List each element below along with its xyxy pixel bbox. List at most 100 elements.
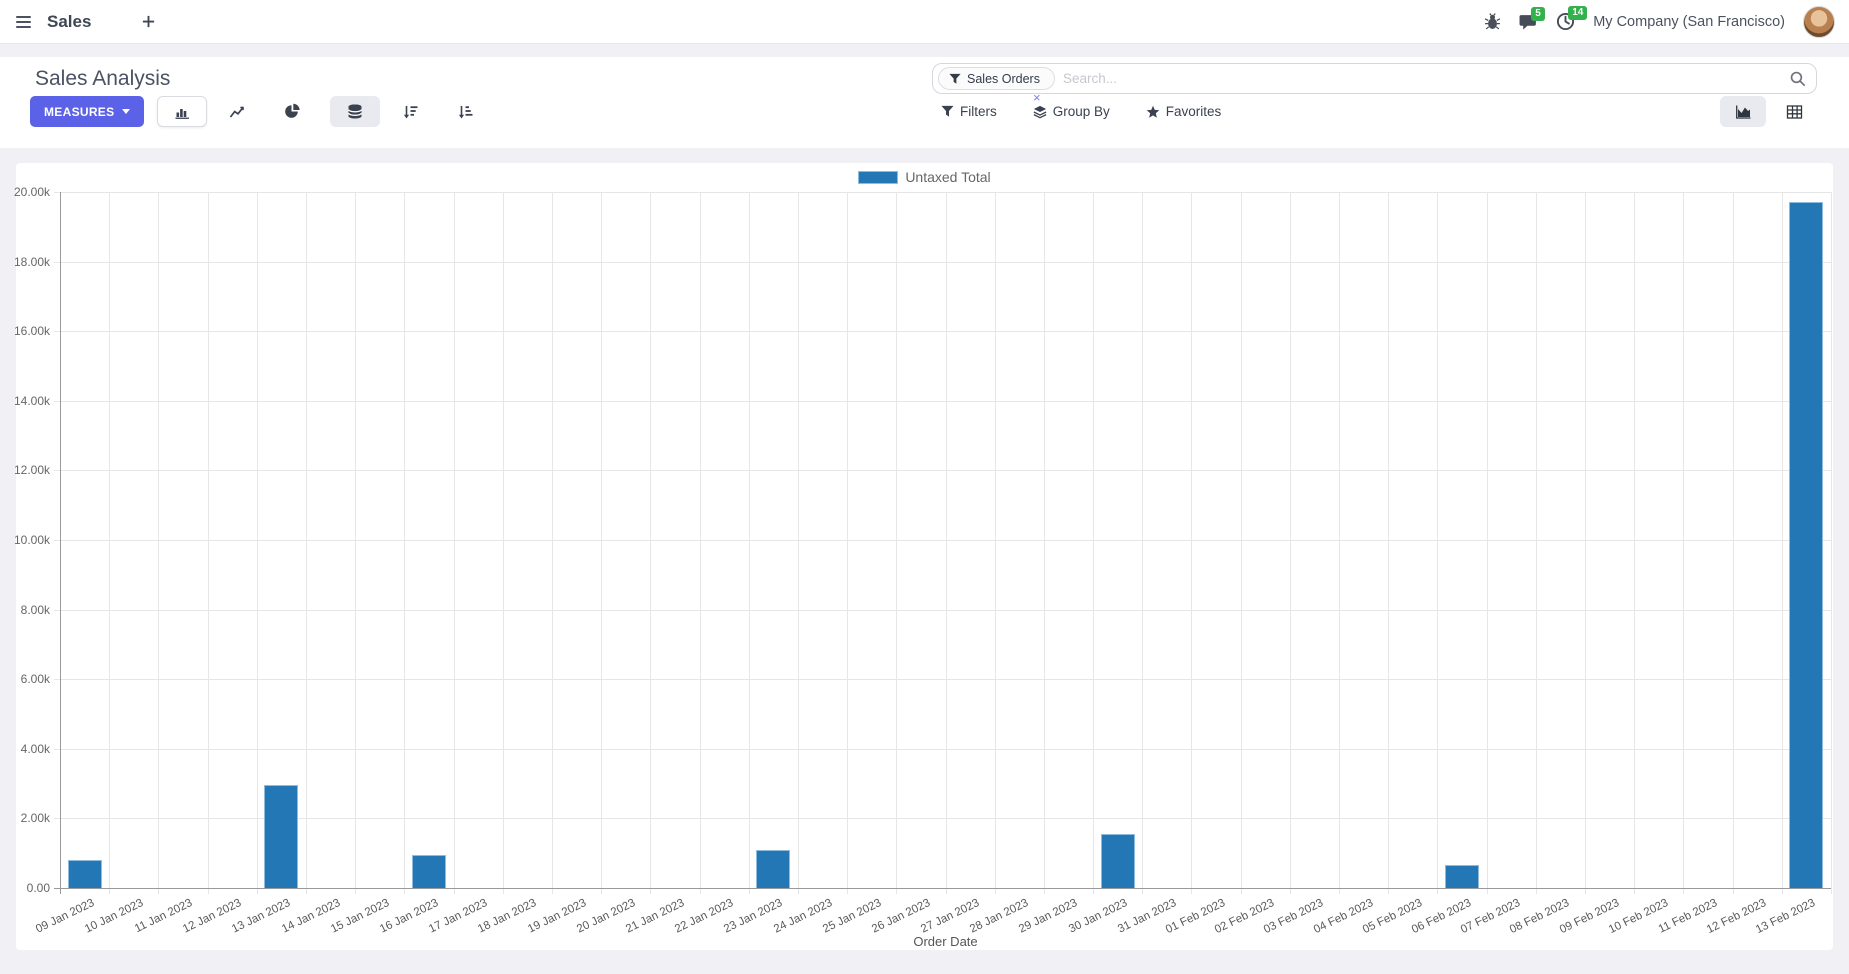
pie-chart-icon (284, 103, 300, 118)
sort-descending-button[interactable] (385, 96, 435, 127)
gridline-v (502, 192, 504, 894)
topbar: Sales 5 14 My Company (San Francisco) (0, 0, 1849, 44)
pie-chart-button[interactable] (267, 96, 317, 127)
gridline-h (54, 748, 1831, 750)
line-chart-icon (229, 106, 244, 118)
bar[interactable] (264, 785, 299, 888)
y-tick-label: 8.00k (20, 602, 50, 617)
gridline-v (207, 192, 209, 894)
gridline-v (650, 192, 652, 894)
filters-button[interactable]: Filters (941, 104, 997, 119)
company-switcher[interactable]: My Company (San Francisco) (1593, 14, 1785, 30)
measures-button[interactable]: MEASURES (30, 96, 145, 127)
gridline-h (54, 400, 1831, 402)
gridline-v (109, 192, 111, 894)
apps-menu-icon[interactable] (14, 12, 33, 32)
messages-icon[interactable]: 5 (1519, 6, 1545, 31)
gridline-v (1732, 192, 1734, 894)
plus-icon[interactable] (141, 14, 156, 29)
group-by-button[interactable]: Group By (1033, 104, 1110, 119)
gridline-v (945, 192, 947, 894)
bar-chart-button[interactable] (157, 96, 207, 127)
gridline-v (355, 192, 357, 894)
gridline-v (1142, 192, 1144, 894)
gridline-h (54, 192, 1831, 193)
gridline-v (1437, 192, 1439, 894)
sort-ascending-icon (458, 105, 472, 118)
group-by-label: Group By (1052, 104, 1110, 119)
gridline-v (1388, 192, 1390, 894)
gridline-v (601, 192, 603, 894)
y-tick-label: 10.00k (13, 533, 50, 547)
filter-funnel-icon (949, 73, 961, 84)
search-input[interactable] (1062, 71, 1789, 86)
y-tick-label: 14.00k (13, 393, 50, 408)
view-switcher (1720, 96, 1816, 127)
activities-clock-icon[interactable]: 14 (1556, 6, 1588, 31)
activities-count-badge: 14 (1568, 6, 1588, 20)
y-tick-label: 12.00k (13, 463, 50, 478)
debug-bug-icon[interactable] (1484, 13, 1501, 30)
gridline-v (1535, 192, 1537, 894)
gridline-v (551, 192, 553, 894)
gridline-v (699, 192, 701, 894)
user-avatar[interactable] (1803, 5, 1835, 38)
y-tick-label: 6.00k (20, 672, 50, 687)
graph-view-button[interactable] (1720, 96, 1766, 127)
control-panel: Sales Analysis Sales Orders × MEASURES (0, 57, 1849, 148)
y-tick-label: 2.00k (20, 811, 50, 826)
x-axis-line (54, 888, 1831, 889)
y-tick-label: 0.00 (26, 881, 50, 895)
gridline-h (54, 609, 1831, 611)
chevron-down-icon (122, 109, 131, 114)
chart-card: Untaxed Total Order Date 0.00 2.00k 4.00k 6… (14, 163, 1833, 950)
pivot-view-button[interactable] (1772, 96, 1816, 127)
gridline-v (748, 192, 750, 894)
chart-type-buttons (157, 96, 490, 127)
bar[interactable] (756, 849, 791, 888)
sort-descending-icon (403, 105, 417, 118)
gridline-v (158, 192, 160, 894)
bar[interactable] (1789, 202, 1824, 888)
search-bar[interactable]: Sales Orders × (932, 63, 1817, 105)
search-facet-sales-orders[interactable]: Sales Orders (938, 67, 1055, 90)
pivot-table-icon (1786, 104, 1802, 119)
layers-icon (1033, 105, 1047, 118)
star-icon (1146, 105, 1160, 118)
facet-label: Sales Orders (967, 71, 1040, 86)
gridline-v (1240, 192, 1242, 894)
topbar-right: 5 14 My Company (San Francisco) (1484, 5, 1835, 38)
bar[interactable] (411, 854, 446, 888)
y-tick-label: 16.00k (13, 324, 50, 339)
bar[interactable] (1100, 834, 1135, 888)
bar[interactable] (67, 860, 102, 888)
stacked-button[interactable] (330, 96, 380, 127)
gridline-v (1831, 192, 1832, 894)
search-options: Filters Group By Favorites (941, 96, 1221, 127)
gridline-v (847, 192, 849, 894)
messages-count-badge: 5 (1531, 6, 1545, 21)
gridline-h (54, 331, 1831, 333)
area-chart-icon (1735, 105, 1750, 119)
gridline-v (453, 192, 455, 894)
bar[interactable] (1445, 865, 1480, 888)
database-icon (347, 104, 363, 119)
line-chart-button[interactable] (212, 96, 262, 127)
page-title: Sales Analysis (35, 67, 171, 90)
search-icon[interactable] (1789, 70, 1806, 87)
favorites-button[interactable]: Favorites (1146, 104, 1222, 119)
favorites-label: Favorites (1165, 104, 1222, 119)
gridline-h (54, 261, 1831, 263)
gridline-h (54, 470, 1831, 472)
gridline-v (896, 192, 898, 894)
filters-label: Filters (960, 104, 997, 119)
topbar-left: Sales (14, 12, 156, 32)
gridline-v (1683, 192, 1685, 894)
chart-legend[interactable]: Untaxed Total (16, 169, 1833, 185)
y-tick-label: 18.00k (13, 254, 50, 269)
sort-ascending-button[interactable] (440, 96, 490, 127)
app-name[interactable]: Sales (47, 12, 91, 32)
bar-chart-plot: Order Date 0.00 2.00k 4.00k 6.00k 8.00k 10.00… (14, 185, 1832, 949)
legend-label: Untaxed Total (905, 169, 991, 185)
gridline-h (54, 540, 1831, 541)
